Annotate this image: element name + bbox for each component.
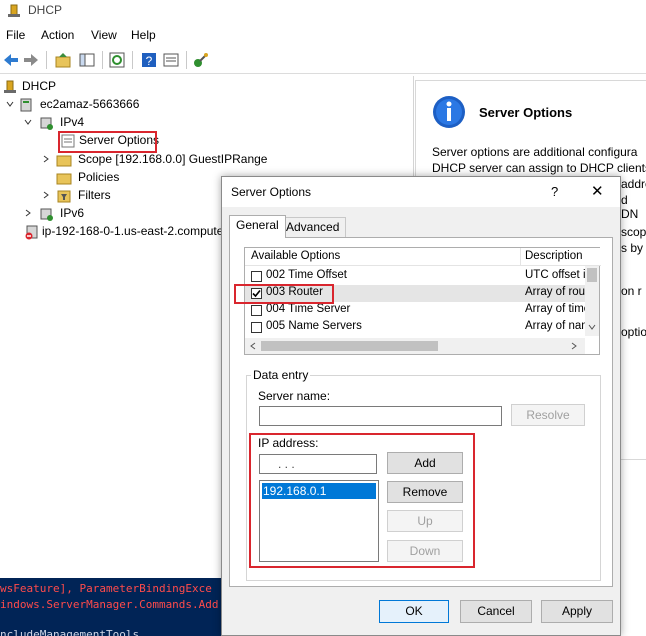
resolve-button[interactable]: Resolve [511,404,585,426]
ipv6-icon [40,208,53,221]
data-entry-label: Data entry [251,368,311,382]
list-item[interactable]: 005 Name Servers Array of nam [245,319,591,336]
tree-node-policies[interactable]: Policies [56,169,156,187]
scrollbar-thumb[interactable] [587,268,597,282]
ip-address-label: IP address: [258,436,319,450]
list-item[interactable]: 002 Time Offset UTC offset i [245,268,586,285]
chevron-right-icon[interactable] [42,191,50,199]
help-button[interactable]: ? [551,184,558,199]
tree-label-policies: Policies [78,170,120,184]
dhcp-action-icon[interactable] [192,51,210,69]
forward-icon[interactable] [22,51,40,69]
menu-action[interactable]: Action [41,28,74,42]
console-line: ncludeManagementTools [0,628,140,636]
column-header-available[interactable]: Available Options [245,248,521,266]
column-header-description[interactable]: Description [521,248,601,266]
tree-node-filters[interactable]: Filters [42,187,152,205]
window-title: DHCP [28,3,63,17]
remove-button[interactable]: Remove [387,481,463,503]
add-button[interactable]: Add [387,452,463,474]
details-text-fragment: optio [621,325,646,339]
highlight-server-options [58,131,157,153]
details-desc-line2: DHCP server can assign to DHCP clients. [432,161,646,175]
tab-general[interactable]: General [229,215,286,238]
chevron-down-icon[interactable] [6,100,14,108]
tree-label-scope: Scope [192.168.0.0] GuestIPRange [78,152,268,166]
tree-node-ipv4[interactable]: IPv4 [24,114,124,132]
tree-label-dhcp: DHCP [22,79,57,93]
ip-address-list[interactable]: 192.168.0.1 [259,480,379,562]
menu-help[interactable]: Help [131,28,156,42]
back-icon[interactable] [2,51,20,69]
checkbox[interactable] [251,271,262,282]
chevron-down-icon[interactable] [24,118,32,126]
details-text-fragment: on r [621,284,642,298]
ipv4-icon [40,117,53,130]
details-text-fragment: s by [621,241,644,255]
window-titlebar: DHCP [0,0,646,22]
details-text-fragment: scop [621,225,646,239]
details-desc-line1: Server options are additional configura [432,145,638,159]
properties-icon[interactable] [162,51,180,69]
tree-node-server[interactable]: ec2amaz-5663666 [6,96,186,114]
apply-button[interactable]: Apply [541,600,613,623]
dialog-titlebar: Server Options ? ✕ [222,177,620,207]
console-line: indows.ServerManager.Commands.Add [0,598,219,611]
server-icon [20,98,32,112]
dhcp-app-icon [8,4,20,17]
chevron-down-icon[interactable] [587,322,597,332]
server-name-label: Server name: [258,389,331,403]
cancel-button[interactable]: Cancel [460,600,532,623]
up-folder-icon[interactable] [54,51,72,69]
tree-node-scope[interactable]: Scope [192.168.0.0] GuestIPRange [42,151,292,169]
chevron-left-icon[interactable] [248,341,258,351]
dhcp-icon [4,80,16,93]
svg-text:?: ? [146,54,153,68]
dialog-title: Server Options [231,185,312,199]
show-hide-tree-icon[interactable] [78,51,96,69]
tree-node-dhcp[interactable]: DHCP [2,78,122,96]
chevron-right-icon[interactable] [569,341,579,351]
console-line: wsFeature], ParameterBindingExce [0,582,212,595]
chevron-right-icon[interactable] [24,209,32,217]
scrollbar-thumb[interactable] [261,341,438,351]
refresh-icon[interactable] [108,51,126,69]
tree-label-ipv6: IPv6 [60,206,85,220]
menu-bar: File Action View Help [0,24,646,46]
tree-label-server: ec2amaz-5663666 [40,97,140,111]
horizontal-scrollbar[interactable] [245,338,585,354]
server-options-dialog: Server Options ? ✕ General Advanced Avai… [221,176,621,636]
menu-file[interactable]: File [6,28,25,42]
menu-view[interactable]: View [91,28,117,42]
details-text-fragment: d DN [621,193,639,221]
help-icon[interactable]: ? [140,51,158,69]
tree-label-other-server: ip-192-168-0-1.us-east-2.compute [42,224,224,238]
filters-icon [57,190,71,203]
server-disconnected-icon [25,225,38,240]
ip-list-item-selected[interactable]: 192.168.0.1 [262,483,376,499]
down-button[interactable]: Down [387,540,463,562]
ok-button[interactable]: OK [379,600,449,623]
ip-address-input[interactable]: . . . [259,454,377,474]
toolbar: ? [0,46,646,74]
vertical-scrollbar[interactable] [585,266,599,336]
folder-icon [56,173,72,185]
folder-icon [56,155,72,167]
details-text-fragment: addre [621,177,646,191]
info-icon [433,96,465,128]
tree-label-filters: Filters [78,188,111,202]
checkbox[interactable] [251,322,262,333]
chevron-right-icon[interactable] [42,155,50,163]
close-button[interactable]: ✕ [591,182,604,200]
tab-advanced[interactable]: Advanced [279,217,347,237]
checkbox[interactable] [251,305,262,316]
list-item[interactable]: 004 Time Server Array of time [245,302,590,319]
tree-label-ipv4: IPv4 [60,115,85,129]
up-button[interactable]: Up [387,510,463,532]
highlight-router-option [234,284,334,304]
server-name-input[interactable] [259,406,502,426]
tree-node-ipv6[interactable]: IPv6 [24,205,124,223]
details-heading: Server Options [479,105,573,120]
